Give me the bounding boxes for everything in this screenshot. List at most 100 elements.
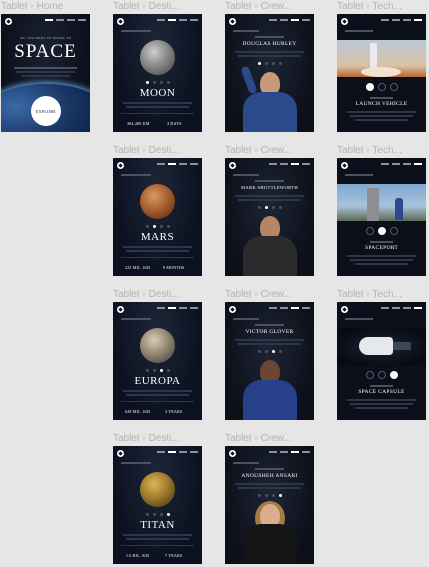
nav-bar	[157, 307, 198, 309]
explore-button-label: EXPLORE	[35, 108, 57, 114]
tab-indicators[interactable]	[113, 513, 202, 516]
crew-name: DOUGLAS HURLEY	[242, 41, 297, 47]
kicker-line	[345, 174, 373, 176]
crew-dots[interactable]	[225, 350, 314, 353]
text-line	[123, 390, 192, 392]
role-line	[255, 36, 284, 38]
frame-label[interactable]: Tablet - Tech...	[337, 145, 429, 157]
stat-travel-time: 3 DAYS	[167, 121, 182, 126]
divider	[121, 113, 194, 114]
kicker-line	[345, 318, 373, 320]
role-line	[255, 468, 284, 470]
tab-indicators[interactable]	[113, 225, 202, 228]
frame-label[interactable]: Tablet - Desti...	[113, 289, 223, 301]
text-line	[126, 106, 189, 108]
text-line	[355, 407, 408, 409]
logo-icon	[341, 162, 348, 169]
frame-label[interactable]: Tablet - Desti...	[113, 145, 223, 157]
shirt	[243, 236, 297, 276]
divider	[121, 401, 194, 402]
frame-label[interactable]: Tablet - Crew...	[225, 145, 335, 157]
raised-arm	[240, 65, 258, 95]
crew-dots[interactable]	[225, 494, 314, 497]
technology-preview: SPACEPORT	[337, 158, 426, 276]
exhaust	[361, 67, 401, 77]
suit	[243, 380, 297, 420]
nav-bar	[381, 307, 422, 309]
crew-photo	[243, 216, 297, 276]
stat-travel-time: 9 MONTHS	[163, 265, 185, 270]
explore-button[interactable]: EXPLORE	[31, 96, 61, 126]
text-line	[238, 55, 301, 57]
frame-label[interactable]: Tablet - Crew...	[225, 433, 335, 445]
terminology-line	[370, 385, 393, 387]
text-line	[123, 534, 192, 536]
titan-planet	[140, 472, 175, 507]
nav-bar	[157, 163, 198, 165]
jacket	[243, 524, 297, 564]
nav-bar	[269, 163, 310, 165]
crew-name: VICTOR GLOVER	[245, 329, 294, 335]
destination-title: EUROPA	[134, 375, 181, 387]
text-line	[21, 75, 70, 77]
tech-name: LAUNCH VEHICLE	[355, 101, 408, 107]
text-line	[350, 115, 413, 117]
europa-planet	[140, 328, 175, 363]
nav-bar	[157, 19, 198, 21]
technology-preview: LAUNCH VEHICLE	[337, 14, 426, 132]
logo-icon	[117, 450, 124, 457]
nav-bar	[381, 19, 422, 21]
technology-preview: SPACE CAPSULE	[337, 302, 426, 420]
nav-bar	[269, 19, 310, 21]
logo-icon	[341, 18, 348, 25]
frame-label[interactable]: Tablet - Crew...	[225, 289, 335, 301]
tech-pagination[interactable]	[337, 371, 426, 379]
nav-bar	[45, 19, 86, 21]
text-line	[16, 71, 75, 73]
tech-pagination[interactable]	[337, 83, 426, 91]
frame-label[interactable]: Tablet - Desti...	[113, 433, 223, 445]
logo-icon	[117, 306, 124, 313]
stat-travel-time: 7 YEARS	[165, 553, 183, 558]
capsule	[359, 337, 393, 355]
frame-label[interactable]: Tablet - Crew...	[225, 1, 335, 13]
kicker-line	[233, 462, 259, 464]
tab-indicators[interactable]	[113, 369, 202, 372]
logo-icon	[229, 18, 236, 25]
frame-label[interactable]: Tablet - Tech...	[337, 289, 429, 301]
text-line	[126, 394, 189, 396]
stat-travel-time: 3 YEARS	[165, 409, 183, 414]
text-line	[355, 119, 408, 121]
destination-preview: TITAN 1.6 BIL. KM 7 YEARS	[113, 446, 202, 564]
crew-dots[interactable]	[225, 206, 314, 209]
kicker-line	[345, 30, 373, 32]
text-line	[347, 111, 416, 113]
rocket	[370, 43, 377, 69]
crew-preview: ANOUSHEH ANSARI	[225, 446, 314, 564]
tab-indicators[interactable]	[113, 81, 202, 84]
crew-name: MARK SHUTTLEWORTH	[240, 185, 298, 190]
destination-title: MOON	[139, 87, 176, 99]
text-line	[126, 538, 189, 540]
nav-bar	[157, 451, 198, 453]
suit	[243, 92, 297, 132]
divider	[121, 545, 194, 546]
frame-label[interactable]: Tablet - Tech...	[337, 1, 429, 13]
destination-preview: EUROPA 628 MIL. KM 3 YEARS	[113, 302, 202, 420]
logo-icon	[5, 18, 12, 25]
kicker-line	[121, 462, 151, 464]
destination-preview: MARS 225 MIL. KM 9 MONTHS	[113, 158, 202, 276]
text-line	[126, 250, 189, 252]
crew-dots[interactable]	[225, 62, 314, 65]
frame-label[interactable]: Tablet - Desti...	[113, 1, 223, 13]
nav-bar	[269, 307, 310, 309]
logo-icon	[117, 162, 124, 169]
frame-label[interactable]: Tablet - Home	[1, 1, 111, 13]
crew-preview: DOUGLAS HURLEY	[225, 14, 314, 132]
tech-pagination[interactable]	[337, 227, 426, 235]
crew-name: ANOUSHEH ANSARI	[241, 473, 298, 479]
moon-planet	[140, 40, 175, 75]
logo-icon	[229, 162, 236, 169]
role-line	[255, 180, 284, 182]
text-line	[123, 102, 192, 104]
